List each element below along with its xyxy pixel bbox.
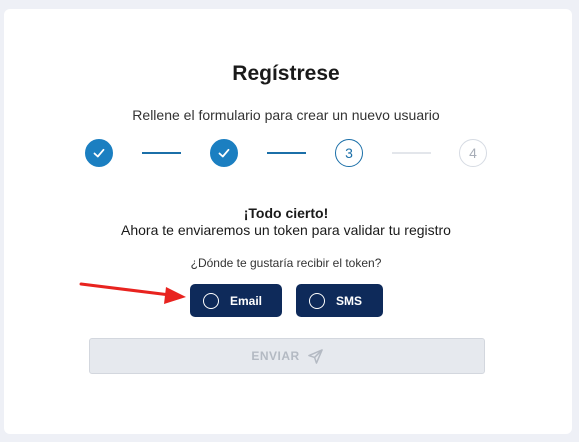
- page-subtitle: Rellene el formulario para crear un nuev…: [132, 107, 440, 123]
- step-3-current: 3: [335, 139, 363, 167]
- step-4-pending: 4: [459, 139, 487, 167]
- page-title: Regístrese: [232, 62, 340, 85]
- step-1-completed: [85, 139, 113, 167]
- send-button-label: ENVIAR: [251, 349, 300, 363]
- send-button[interactable]: ENVIAR: [89, 338, 485, 374]
- checkmark-icon: [218, 148, 230, 158]
- email-option-button[interactable]: Email: [190, 284, 282, 317]
- email-radio[interactable]: [203, 292, 219, 309]
- step-connector-3: [392, 152, 431, 154]
- sms-option-label: SMS: [336, 293, 363, 308]
- sms-option-button[interactable]: SMS: [296, 284, 383, 317]
- checkmark-icon: [93, 148, 105, 158]
- email-option-label: Email: [230, 293, 263, 308]
- send-icon: [307, 348, 323, 364]
- step-2-completed: [210, 139, 238, 167]
- confirmation-heading: ¡Todo cierto!: [243, 205, 329, 221]
- red-arrow-annotation: [79, 282, 186, 304]
- sms-radio[interactable]: [309, 292, 325, 309]
- confirmation-message: Ahora te enviaremos un token para valida…: [121, 222, 451, 238]
- step-connector-2: [267, 152, 306, 154]
- token-question: ¿Dónde te gustaría recibir el token?: [190, 256, 382, 270]
- step-connector-1: [142, 152, 181, 154]
